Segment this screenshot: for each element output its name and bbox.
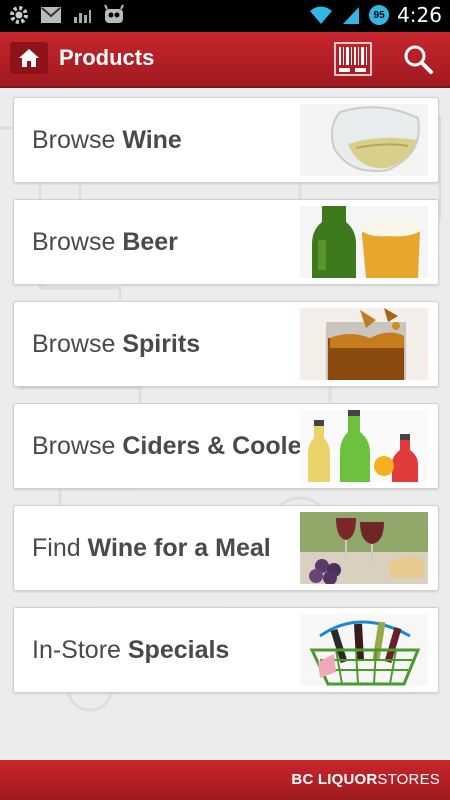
browse-beer-card[interactable]: Browse Beer xyxy=(13,199,439,285)
gmail-icon xyxy=(41,7,61,23)
battery-level: 95 xyxy=(373,9,385,21)
settings-icon xyxy=(10,6,28,24)
home-button[interactable] xyxy=(10,42,48,74)
status-bar: 95 4:26 xyxy=(0,0,450,32)
card-label: Find Wine for a Meal xyxy=(32,534,271,562)
card-label: Browse Wine xyxy=(32,126,182,154)
card-label: In-Store Specials xyxy=(32,636,230,664)
action-bar: Products xyxy=(0,32,450,88)
beer-image xyxy=(300,206,428,278)
shopping-basket-image xyxy=(300,614,428,686)
browse-wine-card[interactable]: Browse Wine xyxy=(13,97,439,183)
wine-for-meal-card[interactable]: Find Wine for a Meal xyxy=(13,505,439,591)
notification-icons xyxy=(8,4,126,26)
card-label: Browse Beer xyxy=(32,228,178,256)
page-title: Products xyxy=(59,45,155,70)
barcode-icon xyxy=(334,42,372,76)
cooler-bottles-image xyxy=(300,410,428,482)
barcode-scan-button[interactable] xyxy=(334,42,372,76)
search-button[interactable] xyxy=(402,43,434,75)
product-category-list: Browse Wine Browse Beer Browse Spirits B… xyxy=(0,88,450,760)
battery-icon: 95 xyxy=(369,5,390,25)
signal-bars-icon xyxy=(74,10,91,23)
card-label: Browse Ciders & Coolers xyxy=(32,432,326,460)
browse-spirits-card[interactable]: Browse Spirits xyxy=(13,301,439,387)
wine-meal-image xyxy=(300,512,428,584)
wifi-icon xyxy=(310,6,333,24)
footer-bar: BC LIQUORSTORES xyxy=(0,760,450,800)
bc-liquor-stores-logo: BC LIQUORSTORES xyxy=(291,771,440,788)
home-icon xyxy=(19,49,39,67)
spirits-glass-image xyxy=(300,308,428,380)
system-icons: 95 4:26 xyxy=(309,3,442,27)
clock: 4:26 xyxy=(397,3,442,27)
android-icon xyxy=(104,4,124,23)
search-icon xyxy=(404,45,433,74)
wine-glass-image xyxy=(300,104,428,176)
browse-ciders-coolers-card[interactable]: Browse Ciders & Coolers xyxy=(13,403,439,489)
card-label: Browse Spirits xyxy=(32,330,201,358)
in-store-specials-card[interactable]: In-Store Specials xyxy=(13,607,439,693)
cell-signal-icon xyxy=(343,7,360,24)
